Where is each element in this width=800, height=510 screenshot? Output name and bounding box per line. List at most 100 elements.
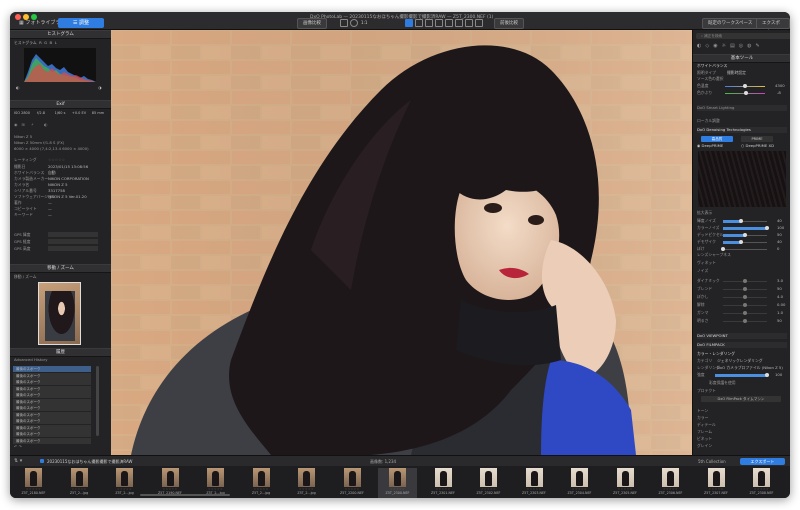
denoise-slider[interactable] [723, 240, 767, 244]
redeye-tool-icon[interactable] [445, 19, 453, 27]
denoise-slider[interactable] [723, 233, 767, 237]
history-scrollbar[interactable] [96, 366, 99, 436]
tint-slider[interactable] [725, 91, 765, 95]
denoise-slider[interactable] [721, 247, 767, 251]
nav-header[interactable]: 移動 / ズーム [10, 264, 111, 273]
sort-icon[interactable]: ⇅ ▾ [14, 458, 22, 464]
filmstrip-thumb[interactable]: ☆☆☆☆☆ Z5T_2306.NEF [651, 468, 690, 498]
zoom-tool-icon[interactable] [350, 19, 358, 27]
filmstrip-thumb[interactable]: ☆☆☆☆☆ Z5T_2301.NEF [424, 468, 463, 498]
denoise-tab-hq[interactable]: 高品質 [701, 136, 733, 142]
filmpack-timemachine-button[interactable]: DxO FilmPack タイムマシン [701, 396, 781, 402]
zoom-level[interactable]: 1:1 [361, 20, 367, 25]
temperature-slider[interactable] [725, 84, 765, 88]
history-item[interactable]: 最後のスポーク [13, 431, 91, 437]
rating-row[interactable]: レーティング ☆☆☆☆☆ [14, 157, 107, 163]
bottom-row[interactable]: カラー [697, 415, 787, 421]
extra-slider[interactable] [723, 303, 767, 307]
section-filmpack[interactable]: DxO FILMPACK [697, 342, 787, 348]
filmstrip-thumb[interactable]: ☆☆☆☆☆ Z5T_2...jpg [287, 468, 326, 498]
history-item[interactable]: 最後のスポーク [13, 411, 91, 418]
intensity-slider[interactable] [715, 373, 769, 377]
crop-tool-icon[interactable] [340, 19, 348, 27]
denoise-tab-prime[interactable]: PRIME [741, 136, 773, 142]
filmstrip-thumb[interactable]: ☆☆☆☆☆ Z5T_2180.NEF [14, 468, 53, 498]
extra-slider[interactable] [723, 279, 767, 283]
compare-button[interactable]: 画像比較 [297, 18, 327, 29]
filmstrip-scrollbar[interactable] [140, 494, 230, 496]
history-item[interactable]: 最後のスポーク [13, 379, 91, 385]
color-extra[interactable]: 彩度保護を使用 [697, 380, 787, 386]
workspace-button[interactable]: 既定のワークスペース [702, 18, 759, 29]
denoise-slider[interactable] [723, 226, 769, 230]
split-view-button[interactable]: 前後比較 [494, 18, 524, 29]
filmstrip-thumb[interactable]: ☆☆☆☆☆ Z5T_2...jpg [60, 468, 99, 498]
filmstrip-thumb[interactable]: ☆☆☆☆☆ Z5T_2307.NEF [697, 468, 736, 498]
tools-header[interactable]: 基本ツール [693, 54, 790, 63]
clip-shadow-icon[interactable]: ◐ [16, 85, 20, 90]
tab-customize[interactable]: ☰ 調整 [58, 18, 104, 28]
filmstrip-thumb[interactable]: ☆☆☆☆☆ Z5T_2...jpg [242, 468, 281, 498]
histogram-header[interactable]: ヒストグラム [10, 30, 111, 39]
history-item[interactable]: 最後のスポーク [13, 405, 91, 411]
bottom-row[interactable]: トーン [697, 408, 787, 414]
filmstrip-thumb[interactable]: ☆☆☆☆☆ Z5T_2303.NEF [515, 468, 554, 498]
section-local[interactable]: ローカル調整 [697, 118, 787, 124]
wb-picker[interactable]: ソース色の選択 [697, 76, 787, 82]
history-header[interactable]: 履歴 [10, 348, 111, 357]
filmstrip-thumb[interactable]: ☆☆☆☆☆ Z5T_2...jpg [105, 468, 144, 498]
history-item[interactable]: 最後のスポーク [13, 418, 91, 424]
history-item[interactable]: 最後のスポーク [13, 424, 91, 431]
local-adjust-tool-icon[interactable] [455, 19, 463, 27]
extra-slider[interactable] [723, 295, 767, 299]
bottom-row[interactable]: ビネット [697, 436, 787, 442]
color-header[interactable]: カラー・レンダリング [697, 351, 787, 357]
search-input[interactable]: ⌕ 補正を検索 [696, 33, 790, 39]
section-extra[interactable]: レンズシャープネス [697, 252, 787, 258]
filmstrip-thumb[interactable]: ☆☆☆☆☆ Z5T_2305.NEF [606, 468, 645, 498]
collection-filter[interactable]: 5th Collection [698, 459, 726, 464]
bottom-row[interactable]: グレイン [697, 443, 787, 449]
wb-header[interactable]: ホワイトバランス [697, 63, 787, 69]
repair-tool-icon[interactable] [435, 19, 443, 27]
bottom-row[interactable]: フレーム [697, 429, 787, 435]
histogram-tabs[interactable]: ヒストグラム R G B L [14, 40, 57, 46]
filmstrip-thumb[interactable]: ☆☆☆☆☆ Z5T_2304.NEF [560, 468, 599, 498]
palette-icons[interactable]: ◐◇◉☼▤◎◍✎ [697, 43, 787, 51]
section-smart-lighting[interactable]: DxO Smart Lighting [697, 105, 787, 111]
history-item[interactable]: 最後のスポーク [13, 385, 91, 392]
history-item[interactable]: 最後のスポーク [13, 366, 91, 372]
straighten-tool-icon[interactable] [415, 19, 423, 27]
history-item[interactable]: 最後のスポーク [13, 392, 91, 398]
section-denoise[interactable]: DxO Denoising Technologies [697, 127, 787, 133]
color-extra[interactable]: プロテクト [697, 388, 787, 394]
history-item[interactable]: 最後のスポーク [13, 372, 91, 379]
export-top-button[interactable]: エクスポート [756, 18, 790, 35]
section-extra[interactable]: ヴィネット [697, 260, 787, 266]
filmstrip-thumb[interactable]: ☆☆☆☆☆ Z5T_2308.NEF [742, 468, 781, 498]
extra-slider[interactable] [723, 311, 767, 315]
extra-slider[interactable] [723, 319, 767, 323]
section-viewpoint[interactable]: DxO VIEWPOINT [697, 333, 787, 339]
folder-path[interactable]: 20230115なおほちゃん撮影撮影で撮影済RAW [47, 459, 132, 465]
denoise-preview[interactable] [698, 151, 786, 207]
photo-canvas[interactable] [111, 30, 692, 455]
exif-header[interactable]: Exif [10, 100, 111, 109]
mask-tool-icon[interactable] [465, 19, 473, 27]
history-actions[interactable]: ↶ ↷ [14, 444, 22, 449]
color-row[interactable]: レンダリング DxO カメラプロファイル (Nikon Z 5) [697, 365, 787, 371]
filmstrip-thumb[interactable]: ☆☆☆☆☆ Z5T_2200.NEF [333, 468, 372, 498]
bottom-row[interactable]: ディテール [697, 422, 787, 428]
export-button[interactable]: エクスポート [740, 457, 785, 465]
color-row[interactable]: カテゴリ ジェネリックレンダリング [697, 358, 787, 364]
select-tool-icon[interactable] [405, 19, 413, 27]
denoise-slider[interactable] [723, 219, 767, 223]
watermark-tool-icon[interactable] [475, 19, 483, 27]
navigator-thumbnail[interactable] [38, 282, 81, 345]
section-extra[interactable]: ノイズ [697, 268, 787, 274]
clip-highlight-icon[interactable]: ◑ [98, 85, 102, 90]
deepprime-options[interactable]: ◉ DeepPRIME ○ DeepPRIME XD [697, 143, 787, 149]
history-item[interactable]: 最後のスポーク [13, 398, 91, 405]
filmstrip-thumb[interactable]: ☆☆☆☆☆ Z5T_2300.NEF [378, 468, 417, 498]
extra-slider[interactable] [723, 287, 767, 291]
